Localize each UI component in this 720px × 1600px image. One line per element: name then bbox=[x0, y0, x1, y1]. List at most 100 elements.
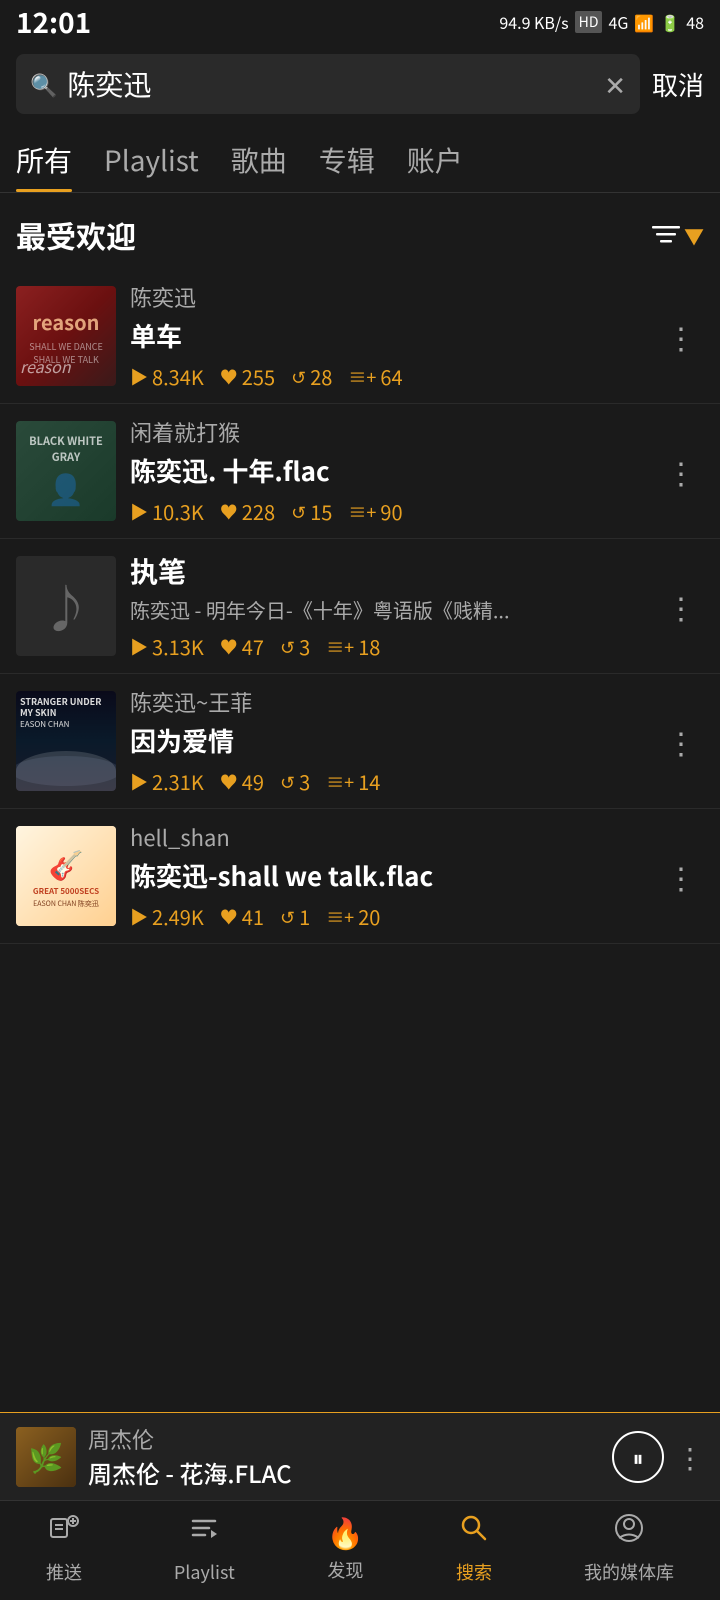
now-playing-controls: ⏸ ⋮ bbox=[612, 1431, 704, 1483]
song-menu-5[interactable]: ⋮ bbox=[658, 846, 704, 906]
filter-arrow: ▼ bbox=[684, 221, 704, 250]
song-menu-1[interactable]: ⋮ bbox=[658, 306, 704, 366]
play-count-5: ▶ 2.49K bbox=[130, 902, 204, 931]
tab-playlist[interactable]: Playlist bbox=[104, 124, 199, 192]
now-playing-bar: 🌿 周杰伦 周杰伦 - 花海.FLAC ⏸ ⋮ bbox=[0, 1412, 720, 1500]
song-title-2: 陈奕迅. 十年.flac bbox=[130, 452, 560, 489]
song-stats-4: ▶ 2.31K ♥ 49 ↺ 3 ≡+ 14 bbox=[130, 767, 644, 796]
discover-icon: 🔥 bbox=[327, 1509, 364, 1553]
song-menu-3[interactable]: ⋮ bbox=[658, 576, 704, 636]
search-bar: 🔍 陈奕迅 ✕ 取消 bbox=[0, 44, 720, 124]
share-count-2: ↺ 15 bbox=[291, 497, 332, 526]
song-stats-2: ▶ 10.3K ♥ 228 ↺ 15 ≡+ 90 bbox=[130, 497, 644, 526]
search-query[interactable]: 陈奕迅 bbox=[67, 64, 594, 104]
search-clear-button[interactable]: ✕ bbox=[604, 66, 626, 103]
nav-playlist[interactable]: Playlist bbox=[174, 1506, 235, 1585]
like-count-5: ♥ 41 bbox=[220, 902, 264, 931]
song-thumb-3: ♪ bbox=[16, 556, 116, 656]
add-count-1: ≡+ 64 bbox=[348, 362, 402, 391]
nav-search[interactable]: 搜索 bbox=[456, 1506, 492, 1585]
tab-songs[interactable]: 歌曲 bbox=[231, 124, 287, 192]
push-icon bbox=[47, 1506, 81, 1555]
search-nav-icon bbox=[457, 1506, 491, 1555]
song-item-5[interactable]: 🎸 GREAT 5000SECS EASON CHAN 陈奕迅 hell_sha… bbox=[0, 809, 720, 944]
song-uploader-2: 闲着就打猴 bbox=[130, 416, 644, 448]
song-thumb-1: reason SHALL WE DANCESHALL WE TALK bbox=[16, 286, 116, 386]
song-item-4[interactable]: STRANGER UNDER MY SKINEASON CHAN 陈奕迅~王菲 … bbox=[0, 674, 720, 809]
nav-library[interactable]: 我的媒体库 bbox=[584, 1506, 674, 1585]
nav-push[interactable]: 推送 bbox=[46, 1506, 82, 1585]
playlist-icon bbox=[187, 1506, 221, 1555]
add-count-5: ≡+ 20 bbox=[326, 902, 380, 931]
tab-account[interactable]: 账户 bbox=[407, 124, 463, 192]
library-icon bbox=[612, 1506, 646, 1555]
like-count-1: ♥ 255 bbox=[220, 362, 275, 391]
battery-level: 48 bbox=[686, 10, 704, 34]
nav-discover-label: 发现 bbox=[327, 1557, 363, 1583]
filter-icon bbox=[652, 224, 680, 246]
section-title: 最受欢迎 bbox=[16, 213, 136, 257]
signal-icon: 📶 bbox=[634, 10, 654, 34]
song-item-1[interactable]: reason SHALL WE DANCESHALL WE TALK 陈奕迅 单… bbox=[0, 269, 720, 404]
pause-button[interactable]: ⏸ bbox=[612, 1431, 664, 1483]
song-title-5: 陈奕迅-shall we talk.flac bbox=[130, 857, 560, 894]
song-uploader-3: 陈奕迅 - 明年今日-《十年》粤语版《贱精... bbox=[130, 595, 560, 624]
play-count-4: ▶ 2.31K bbox=[130, 767, 204, 796]
song-uploader-5: hell_shan bbox=[130, 821, 644, 853]
network-speed: 94.9 KB/s bbox=[499, 10, 568, 34]
nav-discover[interactable]: 🔥 发现 bbox=[327, 1509, 364, 1583]
add-count-2: ≡+ 90 bbox=[348, 497, 402, 526]
song-uploader-1: 陈奕迅 bbox=[130, 281, 644, 313]
play-count-2: ▶ 10.3K bbox=[130, 497, 204, 526]
song-stats-1: ▶ 8.34K ♥ 255 ↺ 28 ≡+ 64 bbox=[130, 362, 644, 391]
song-stats-3: ▶ 3.13K ♥ 47 ↺ 3 ≡+ 18 bbox=[130, 632, 644, 661]
song-menu-2[interactable]: ⋮ bbox=[658, 441, 704, 501]
like-count-2: ♥ 228 bbox=[220, 497, 275, 526]
song-info-1: 陈奕迅 单车 ▶ 8.34K ♥ 255 ↺ 28 ≡+ 64 bbox=[130, 281, 644, 391]
section-header: 最受欢迎 ▼ bbox=[0, 193, 720, 269]
song-thumb-4: STRANGER UNDER MY SKINEASON CHAN bbox=[16, 691, 116, 791]
status-time: 12:01 bbox=[16, 2, 91, 42]
search-icon: 🔍 bbox=[30, 68, 57, 100]
status-bar: 12:01 94.9 KB/s HD 4G 📶 🔋 48 bbox=[0, 0, 720, 44]
tab-bar: 所有 Playlist 歌曲 专辑 账户 bbox=[0, 124, 720, 193]
song-list: reason SHALL WE DANCESHALL WE TALK 陈奕迅 单… bbox=[0, 269, 720, 944]
now-playing-title: 周杰伦 - 花海.FLAC bbox=[88, 1455, 600, 1490]
add-count-4: ≡+ 14 bbox=[326, 767, 380, 796]
share-count-1: ↺ 28 bbox=[291, 362, 332, 391]
now-playing-menu[interactable]: ⋮ bbox=[676, 1437, 704, 1477]
tab-albums[interactable]: 专辑 bbox=[319, 124, 375, 192]
song-info-4: 陈奕迅~王菲 因为爱情 ▶ 2.31K ♥ 49 ↺ 3 ≡+ 14 bbox=[130, 686, 644, 796]
song-thumb-2: BLACK WHITE GRAY 👤 bbox=[16, 421, 116, 521]
filter-button[interactable]: ▼ bbox=[652, 221, 704, 250]
bottom-nav: 推送 Playlist 🔥 发现 搜索 bbox=[0, 1500, 720, 1600]
share-count-3: ↺ 3 bbox=[280, 632, 310, 661]
nav-search-label: 搜索 bbox=[456, 1559, 492, 1585]
song-title-4: 因为爱情 bbox=[130, 722, 560, 759]
now-playing-artist: 周杰伦 bbox=[88, 1423, 600, 1455]
add-count-3: ≡+ 18 bbox=[326, 632, 380, 661]
nav-playlist-label: Playlist bbox=[174, 1559, 235, 1585]
search-cancel-button[interactable]: 取消 bbox=[652, 66, 704, 103]
share-count-5: ↺ 1 bbox=[280, 902, 310, 931]
song-menu-4[interactable]: ⋮ bbox=[658, 711, 704, 771]
play-count-1: ▶ 8.34K bbox=[130, 362, 204, 391]
search-input-container[interactable]: 🔍 陈奕迅 ✕ bbox=[16, 54, 640, 114]
play-count-3: ▶ 3.13K bbox=[130, 632, 204, 661]
nav-library-label: 我的媒体库 bbox=[584, 1559, 674, 1585]
tab-all[interactable]: 所有 bbox=[16, 124, 72, 192]
song-item-3[interactable]: ♪ 执笔 陈奕迅 - 明年今日-《十年》粤语版《贱精... ▶ 3.13K ♥ … bbox=[0, 539, 720, 674]
song-info-5: hell_shan 陈奕迅-shall we talk.flac ▶ 2.49K… bbox=[130, 821, 644, 931]
song-uploader-4: 陈奕迅~王菲 bbox=[130, 686, 644, 718]
song-title-3: 执笔 bbox=[130, 551, 560, 591]
song-item-2[interactable]: BLACK WHITE GRAY 👤 闲着就打猴 陈奕迅. 十年.flac ▶ … bbox=[0, 404, 720, 539]
nav-push-label: 推送 bbox=[46, 1559, 82, 1585]
song-info-2: 闲着就打猴 陈奕迅. 十年.flac ▶ 10.3K ♥ 228 ↺ 15 ≡+… bbox=[130, 416, 644, 526]
share-count-4: ↺ 3 bbox=[280, 767, 310, 796]
song-thumb-5: 🎸 GREAT 5000SECS EASON CHAN 陈奕迅 bbox=[16, 826, 116, 926]
song-info-3: 执笔 陈奕迅 - 明年今日-《十年》粤语版《贱精... ▶ 3.13K ♥ 47… bbox=[130, 551, 644, 661]
song-stats-5: ▶ 2.49K ♥ 41 ↺ 1 ≡+ 20 bbox=[130, 902, 644, 931]
hd-badge: HD bbox=[575, 11, 603, 33]
battery-icon: 🔋 bbox=[660, 10, 680, 34]
4g-icon: 4G bbox=[608, 10, 628, 34]
